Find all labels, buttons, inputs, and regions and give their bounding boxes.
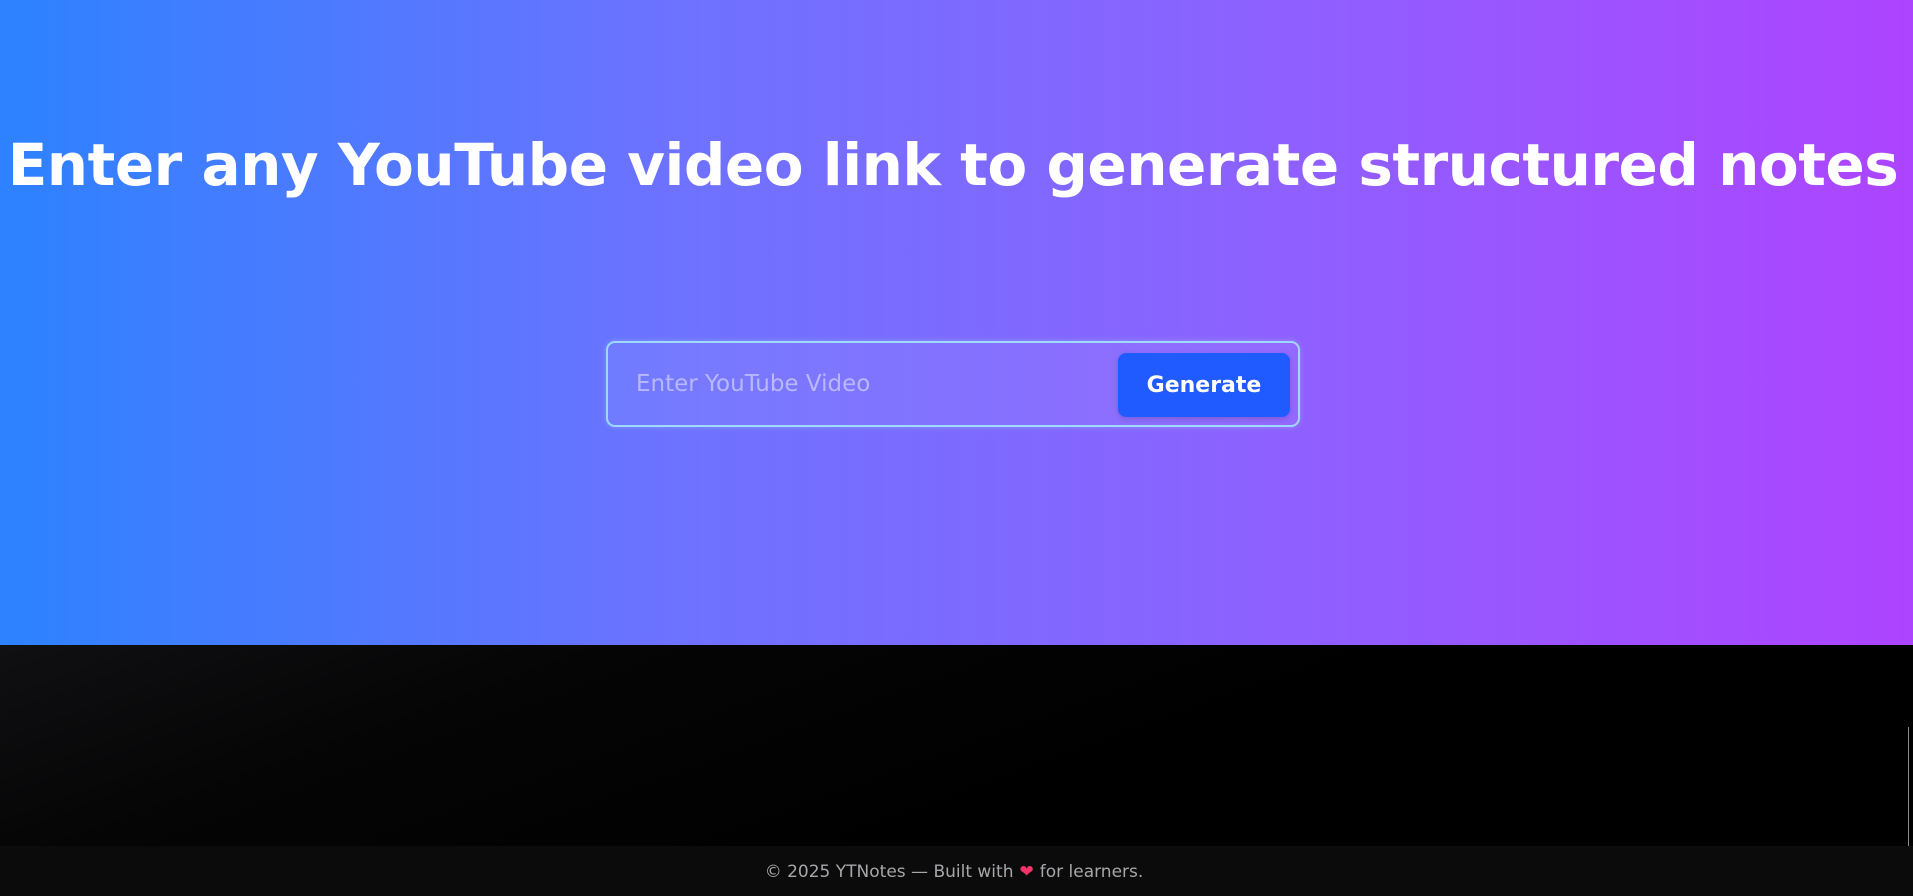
- footer-tagline: for learners.: [1039, 862, 1144, 882]
- footer: © 2025 YTNotes — Built with ❤ for learners…: [0, 846, 1913, 896]
- scrollbar[interactable]: [1908, 727, 1909, 847]
- footer-copyright: © 2025 YTNotes — Built with: [764, 862, 1014, 882]
- content-area: [0, 645, 1913, 846]
- footer-text: © 2025 YTNotes — Built with ❤ for learners…: [0, 860, 1908, 884]
- hero-headline: Enter any YouTube video link to generate…: [7, 131, 1899, 199]
- hero-section: Enter any YouTube video link to generate…: [0, 0, 1913, 645]
- generate-button[interactable]: Generate: [1118, 353, 1290, 417]
- url-form: Generate: [606, 341, 1300, 427]
- youtube-url-input[interactable]: [622, 353, 1102, 415]
- heart-icon: ❤: [1019, 862, 1034, 882]
